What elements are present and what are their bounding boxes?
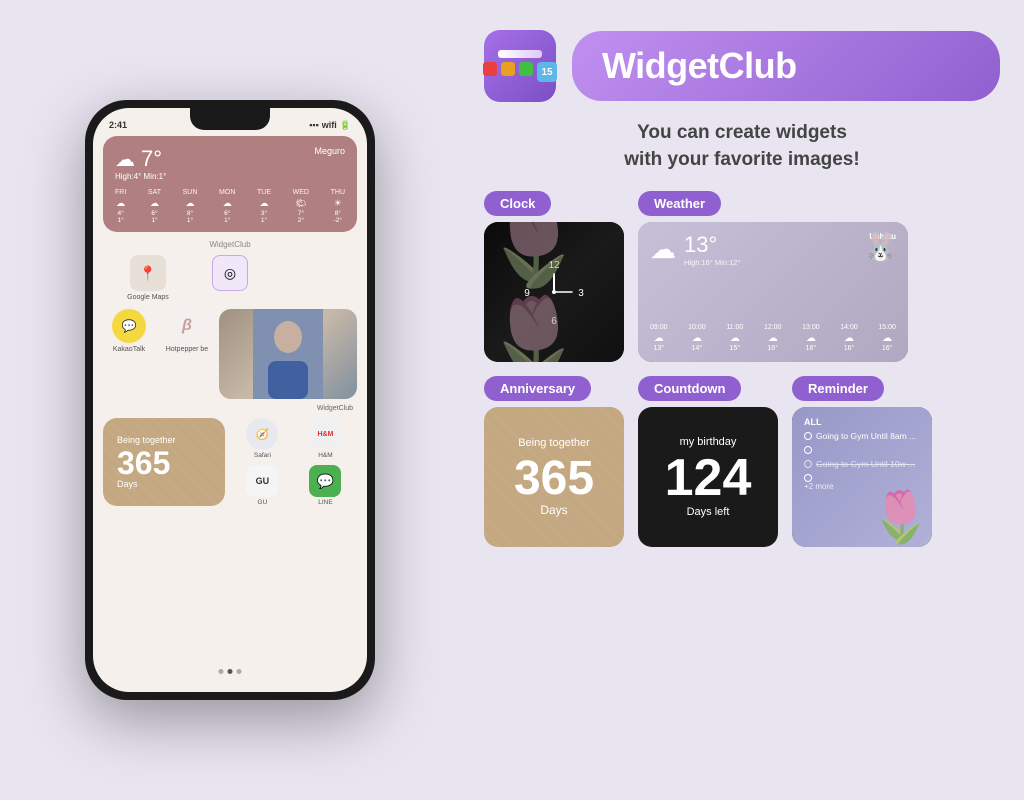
badge-stripe <box>498 50 542 58</box>
badge-green-icon <box>519 62 533 76</box>
countdown-widget-preview[interactable]: my birthday 124 Days left <box>638 407 778 547</box>
app-icons-row1: 📍 Google Maps ◎ <box>103 255 357 301</box>
status-time: 2:41 <box>109 120 127 130</box>
tagline-line1: You can create widgets <box>484 120 1000 147</box>
countdown-widget-inner: my birthday 124 Days left <box>638 407 778 547</box>
dot-1 <box>219 669 224 674</box>
cd-title: my birthday <box>680 436 737 448</box>
dot-2 <box>228 669 233 674</box>
photo-person <box>219 309 357 399</box>
label-row: WidgetClub <box>103 405 357 412</box>
clock-flower-bg: 🌷🌷 <box>484 222 624 362</box>
weather-temp: 13° <box>684 232 740 258</box>
rm-all-label: ALL <box>804 417 920 427</box>
phone-frame: 2:41 ▪▪▪ wifi 🔋 ☁ 7° <box>85 100 375 700</box>
ann-being: Being together <box>518 437 590 449</box>
app-icon-hotpepper[interactable]: β Hotpepper be <box>161 309 213 399</box>
pa-label: Being together <box>117 435 176 445</box>
phone-widgetclub-label: WidgetClub <box>103 240 357 249</box>
right-section: 15 WidgetClub You can create widgets wit… <box>460 0 1024 800</box>
ann-number: 365 <box>514 455 594 503</box>
cd-number: 124 <box>665 452 752 504</box>
weather-category: Weather ☁ 13° High:16° Min:12° Ushiku <box>638 191 908 362</box>
pa-number: 365 <box>117 447 170 479</box>
clock-label: Clock <box>484 191 551 216</box>
rm-more: +2 more <box>804 482 920 491</box>
weather-label: Weather <box>638 191 721 216</box>
widgetclub-label2: WidgetClub <box>317 405 353 412</box>
app-icon-line[interactable]: 💬 LINE <box>309 465 341 506</box>
phone-weather-widget[interactable]: ☁ 7° High:4° Min:1° Meguro FRI☁4°1° SAT☁… <box>103 136 357 232</box>
reminder-category: Reminder 🌷 ALL Going to Gym Until 8am ..… <box>792 376 932 547</box>
weather-forecast: 09:00☁13° 10:00☁14° 11:00☁15° 12:00☁16° … <box>650 324 896 352</box>
app-icon-hm[interactable]: H&M H&M <box>309 418 341 459</box>
weather-widget-inner: ☁ 13° High:16° Min:12° Ushiku 🐰 09:00☁13… <box>638 222 908 362</box>
cd-days-left: Days left <box>687 506 730 518</box>
anniversary-widget-preview[interactable]: Being together 365 Days <box>484 407 624 547</box>
phone-weather-location: Meguro <box>314 146 345 156</box>
app-title: WidgetClub <box>602 45 970 87</box>
app-title-pill: WidgetClub <box>572 31 1000 101</box>
weather-cloud-icon: ☁ <box>650 234 676 265</box>
reminder-label: Reminder <box>792 376 884 401</box>
app-icon-gu[interactable]: GU GU <box>246 465 278 506</box>
app-icon-circle-app[interactable]: ◎ <box>204 255 256 301</box>
weather-widget-preview[interactable]: ☁ 13° High:16° Min:12° Ushiku 🐰 09:00☁13… <box>638 222 908 362</box>
mixed-row: 💬 KakaoTalk β Hotpepper be <box>103 309 357 399</box>
pa-days: Days <box>117 479 138 489</box>
app-icon-badge: 15 <box>484 30 556 102</box>
rm-items: Going to Gym Until 8am ... Going to Gym … <box>804 431 920 482</box>
clock-widget-inner: 🌷🌷 12 3 6 9 <box>484 222 624 362</box>
tagline-line2: with your favorite images! <box>484 147 1000 174</box>
app-icon-safari[interactable]: 🧭 Safari <box>246 418 278 459</box>
reminder-widget-inner: 🌷 ALL Going to Gym Until 8am ... Going t… <box>792 407 932 547</box>
badge-orange-icon <box>501 62 515 76</box>
weather-rabbit: 🐰 <box>863 230 898 263</box>
page-dots <box>219 669 242 674</box>
badge-icons-row: 15 <box>483 62 557 82</box>
badge-red-icon <box>483 62 497 76</box>
photo-widget[interactable] <box>219 309 357 399</box>
countdown-label: Countdown <box>638 376 741 401</box>
weather-minmax: High:16° Min:12° <box>684 258 740 267</box>
anniversary-widget-inner: Being together 365 Days <box>484 407 624 547</box>
phone-weather-days: FRI☁4°1° SAT☁6°1° SUN☁8°1° MON☁6°1° TUE☁… <box>115 189 345 224</box>
badge-number: 15 <box>537 62 557 82</box>
countdown-category: Countdown my birthday 124 Days left <box>638 376 778 547</box>
phone-bottom-row: Being together 365 Days 🧭 Safari H& <box>103 418 357 506</box>
app-icon-kakaotalk[interactable]: 💬 KakaoTalk <box>103 309 155 399</box>
dot-3 <box>237 669 242 674</box>
row2-categories: Anniversary Being together 365 Days Coun… <box>484 376 1000 547</box>
tagline: You can create widgets with your favorit… <box>484 120 1000 173</box>
rm-item-2 <box>804 446 920 454</box>
phone-mockup: 2:41 ▪▪▪ wifi 🔋 ☁ 7° <box>0 0 460 800</box>
phone-weather-minmax: High:4° Min:1° <box>115 172 166 181</box>
reminder-widget-preview[interactable]: 🌷 ALL Going to Gym Until 8am ... Going t… <box>792 407 932 547</box>
clock-widget-preview[interactable]: 🌷🌷 12 3 6 9 <box>484 222 624 362</box>
small-icons-col: 🧭 Safari H&M H&M GU GU <box>231 418 357 506</box>
rm-item-1: Going to Gym Until 8am ... <box>804 431 920 441</box>
rm-item-4 <box>804 474 920 482</box>
app-icon-googlemaps[interactable]: 📍 Google Maps <box>122 255 174 301</box>
phone-notch <box>190 108 270 130</box>
phone-screen: 2:41 ▪▪▪ wifi 🔋 ☁ 7° <box>93 108 367 692</box>
reminder-flowers: 🌷 <box>870 488 932 547</box>
anniversary-label: Anniversary <box>484 376 591 401</box>
anniversary-category: Anniversary Being together 365 Days <box>484 376 624 547</box>
clock-category: Clock 🌷🌷 12 3 6 9 <box>484 191 624 362</box>
row1: Clock 🌷🌷 12 3 6 9 <box>484 191 1000 362</box>
screen-content: ☁ 7° High:4° Min:1° Meguro FRI☁4°1° SAT☁… <box>93 108 367 692</box>
app-header: 15 WidgetClub <box>484 30 1000 102</box>
ann-days: Days <box>540 503 567 517</box>
phone-weather-temp: 7° <box>141 146 162 172</box>
rm-item-3: Going to Gym Until 10w ... <box>804 459 920 469</box>
phone-anniversary-widget[interactable]: Being together 365 Days <box>103 418 225 506</box>
